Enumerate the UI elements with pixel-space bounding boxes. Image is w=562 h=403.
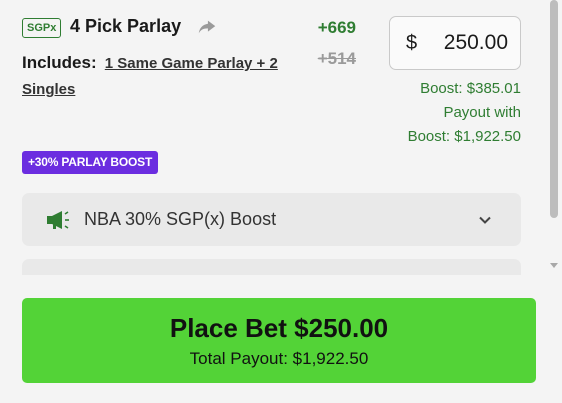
total-payout: Total Payout: $1,922.50 <box>189 348 369 368</box>
includes-summary: Includes: 1 Same Game Parlay + 2 Singles <box>22 50 312 103</box>
share-icon[interactable] <box>196 16 218 38</box>
place-bet-label: Place Bet $250.00 <box>169 312 389 343</box>
payout-with-boost-line2: Boost: $1,922.50 <box>407 128 521 145</box>
promo-dropdown-secondary[interactable] <box>22 259 521 275</box>
megaphone-icon <box>47 210 69 229</box>
betslip-panel: SGPx 4 Pick Parlay +669 +514 Includes: 1… <box>0 0 546 403</box>
sgpx-badge: SGPx <box>22 18 62 38</box>
wager-field[interactable]: $ <box>389 16 521 70</box>
place-bet-button[interactable]: Place Bet $250.00 Total Payout: $1,922.5… <box>22 298 536 383</box>
sgpx-badge-label: SGPx <box>27 22 57 34</box>
boost-info: Boost: $385.01 Payout with Boost: $1,922… <box>361 77 521 149</box>
scrollbar-thumb[interactable] <box>550 0 558 218</box>
bet-title: 4 Pick Parlay <box>70 16 182 36</box>
promo-selected-label: NBA 30% SGP(x) Boost <box>84 209 277 229</box>
currency-symbol: $ <box>406 31 418 54</box>
original-odds: +514 <box>317 49 356 68</box>
boost-amount: Boost: $385.01 <box>420 80 521 97</box>
includes-label: Includes: <box>22 53 97 72</box>
boosted-odds: +669 <box>317 18 356 37</box>
scrollbar[interactable] <box>546 0 562 275</box>
wager-input[interactable] <box>417 30 510 56</box>
payout-with-boost-line1: Payout with <box>443 104 521 121</box>
parlay-boost-badge: +30% PARLAY BOOST <box>22 151 159 174</box>
chevron-down-icon <box>479 216 491 224</box>
promo-dropdown[interactable]: NBA 30% SGP(x) Boost <box>22 193 521 246</box>
scroll-down-arrow-icon[interactable] <box>550 263 558 268</box>
